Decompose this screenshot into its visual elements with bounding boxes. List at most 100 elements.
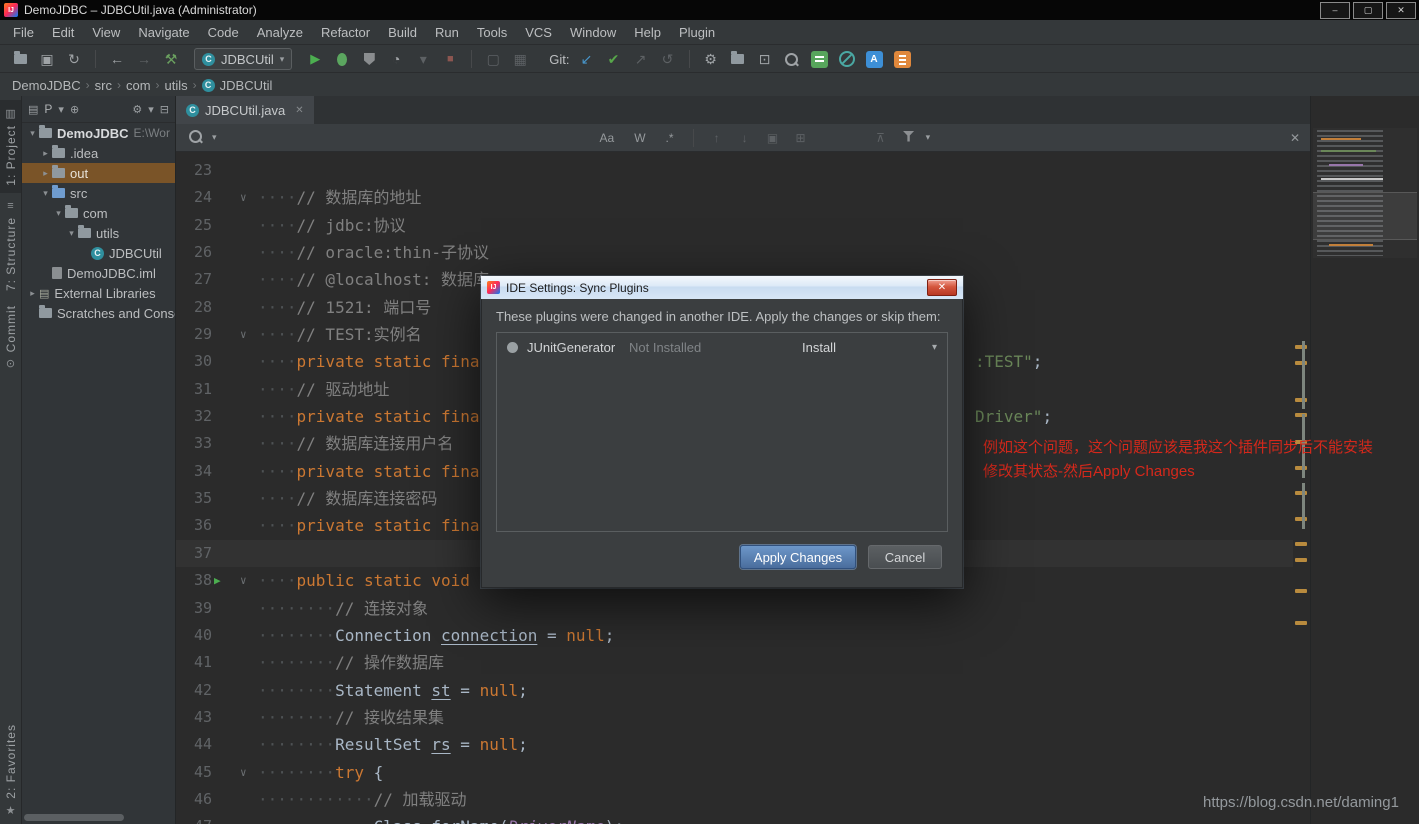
tool-button-structure[interactable]: ≡ 7: Structure — [0, 193, 21, 298]
window-frame-icon[interactable]: ⊡ — [753, 48, 777, 70]
code-line-25[interactable]: 25 ····// jdbc:协议 — [176, 212, 1293, 239]
stripe-warning-mark[interactable] — [1295, 542, 1307, 546]
breadcrumb-item-com[interactable]: com — [126, 78, 151, 93]
code-line-46[interactable]: 46 ············// 加载驱动 — [176, 786, 1293, 813]
next-occurrence-icon[interactable]: ↓ — [734, 131, 756, 145]
menu-analyze[interactable]: Analyze — [248, 20, 312, 44]
project-view-icon[interactable]: ▤ — [28, 103, 38, 116]
stop-icon[interactable]: ■ — [438, 48, 462, 70]
tree-expanded-arrow[interactable]: ▾ — [39, 188, 52, 199]
fold-arrow-icon[interactable]: ∨ — [240, 759, 247, 786]
match-case-toggle[interactable]: Aa — [593, 131, 622, 145]
menu-navigate[interactable]: Navigate — [129, 20, 198, 44]
tab-jdbcutil-java[interactable]: C JDBCUtil.java ✕ — [176, 96, 314, 124]
run-config-select[interactable]: C JDBCUtil ▾ — [194, 48, 293, 70]
tree-item-demojdbc-iml[interactable]: DemoJDBC.iml — [22, 263, 175, 283]
dialog-close-button[interactable]: ✕ — [927, 279, 957, 296]
code-line-26[interactable]: 26 ····// oracle:thin-子协议 — [176, 239, 1293, 266]
tree-item-demojdbc[interactable]: ▾ DemoJDBC E:\Wor — [22, 123, 175, 143]
tree-item-utils[interactable]: ▾ utils — [22, 223, 175, 243]
code-line-41[interactable]: 41 ········// 操作数据库 — [176, 649, 1293, 676]
sync-icon[interactable]: ↻ — [62, 48, 86, 70]
menu-edit[interactable]: Edit — [43, 20, 83, 44]
close-find-icon[interactable]: ✕ — [1290, 131, 1300, 145]
tree-collapsed-arrow[interactable]: ▸ — [39, 168, 52, 179]
breadcrumb-item-demojdbc[interactable]: DemoJDBC — [12, 78, 81, 93]
tool-button-project[interactable]: ▥ 1: Project — [0, 100, 21, 193]
menu-plugin[interactable]: Plugin — [670, 20, 724, 44]
run-icon[interactable]: ▶ — [303, 48, 327, 70]
tree-collapsed-arrow[interactable]: ▸ — [39, 148, 52, 159]
find-input[interactable] — [222, 126, 587, 149]
fold-arrow-icon[interactable]: ∨ — [240, 321, 247, 348]
fold-arrow-icon[interactable]: ∨ — [240, 184, 247, 211]
menu-code[interactable]: Code — [199, 20, 248, 44]
open-icon[interactable] — [8, 48, 32, 70]
code-line-42[interactable]: 42 ········Statement st = null; — [176, 677, 1293, 704]
stripe-warning-mark[interactable] — [1295, 517, 1307, 521]
menu-refactor[interactable]: Refactor — [312, 20, 379, 44]
words-toggle[interactable]: W — [627, 131, 652, 145]
close-button[interactable]: ✕ — [1386, 1, 1416, 19]
block-icon[interactable] — [835, 48, 859, 70]
menu-file[interactable]: File — [4, 20, 43, 44]
menu-run[interactable]: Run — [426, 20, 468, 44]
chevron-down-icon[interactable]: ▾ — [932, 342, 937, 353]
stripe-warning-mark[interactable] — [1295, 413, 1307, 417]
tree-item-src[interactable]: ▾ src — [22, 183, 175, 203]
dialog-titlebar[interactable]: IJ IDE Settings: Sync Plugins ✕ — [481, 276, 963, 299]
tool-button-commit[interactable]: Commit ⊙ — [0, 298, 21, 377]
maximize-button[interactable]: ▢ — [1353, 1, 1383, 19]
code-line-40[interactable]: 40 ········Connection connection = null; — [176, 622, 1293, 649]
breadcrumb-item-src[interactable]: src — [95, 78, 112, 93]
run-gutter-icon[interactable]: ▶ — [214, 567, 221, 594]
apply-changes-button[interactable]: Apply Changes — [740, 545, 856, 569]
project-structure-icon[interactable] — [726, 48, 750, 70]
locate-file-icon[interactable]: ⊕ — [70, 103, 79, 116]
stripe-warning-mark[interactable] — [1295, 621, 1307, 625]
gear-icon[interactable]: ⚙ — [132, 103, 142, 116]
build-hammer-icon[interactable]: ⚒ — [159, 48, 183, 70]
menu-help[interactable]: Help — [625, 20, 670, 44]
stripe-warning-mark[interactable] — [1295, 345, 1307, 349]
translate-blue-icon[interactable]: A — [865, 50, 883, 68]
horizontal-scrollbar[interactable] — [24, 814, 124, 821]
git-update-icon[interactable]: ↙ — [575, 48, 599, 70]
collapse-all-icon[interactable]: ⊟ — [160, 103, 169, 116]
code-minimap[interactable] — [1313, 128, 1417, 258]
regex-toggle[interactable]: .* — [659, 131, 681, 145]
select-all-occurrences-icon[interactable]: ▣ — [762, 131, 784, 145]
attach-debugger-icon[interactable]: ▢ — [481, 48, 505, 70]
tab-close-icon[interactable]: ✕ — [295, 105, 303, 116]
menu-vcs[interactable]: VCS — [516, 20, 561, 44]
code-line-47[interactable]: 47 ············Class.forName(DriverName); — [176, 813, 1293, 824]
tree-collapsed-arrow[interactable]: ▸ — [26, 288, 39, 299]
gear-icon[interactable]: ⚙ — [699, 48, 723, 70]
menu-window[interactable]: Window — [561, 20, 625, 44]
minimap-viewport[interactable] — [1313, 192, 1417, 240]
minimize-button[interactable]: – — [1320, 1, 1350, 19]
git-commit-icon[interactable]: ✔ — [602, 48, 626, 70]
stripe-warning-mark[interactable] — [1295, 589, 1307, 593]
code-line-44[interactable]: 44 ········ResultSet rs = null; — [176, 731, 1293, 758]
code-line-39[interactable]: 39 ········// 连接对象 — [176, 595, 1293, 622]
plugin-row[interactable]: JUnitGenerator Not Installed Install ▾ — [497, 333, 947, 359]
save-all-icon[interactable]: ▣ — [35, 48, 59, 70]
forward-icon[interactable]: → — [132, 48, 156, 70]
breadcrumb-item-jdbcutil[interactable]: JDBCUtil — [220, 78, 273, 93]
debug-bug-icon[interactable] — [330, 48, 354, 70]
previous-occurrence-icon[interactable]: ↑ — [706, 131, 728, 145]
search-everywhere-icon[interactable] — [780, 48, 804, 70]
more-run-options-icon[interactable]: ▾ — [411, 48, 435, 70]
git-push-icon[interactable]: ↗ — [629, 48, 653, 70]
tool-button-favorites[interactable]: 2: Favorites ★ — [0, 717, 21, 824]
cancel-button[interactable]: Cancel — [868, 545, 942, 569]
tree-item-com[interactable]: ▾ com — [22, 203, 175, 223]
tree-expanded-arrow[interactable]: ▾ — [26, 128, 39, 139]
menu-build[interactable]: Build — [379, 20, 426, 44]
tree-expanded-arrow[interactable]: ▾ — [65, 228, 78, 239]
layout-icon[interactable]: ▦ — [508, 48, 532, 70]
coverage-icon[interactable] — [357, 48, 381, 70]
pin-results-icon[interactable]: ⊼ — [870, 131, 892, 145]
chevron-down-icon[interactable]: ▾ — [58, 103, 64, 116]
